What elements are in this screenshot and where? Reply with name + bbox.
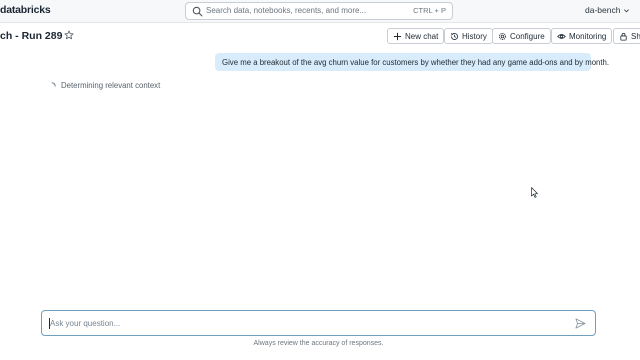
assistant-status: Determining relevant context	[48, 81, 160, 90]
user-message: Give me a breakout of the avg churn valu…	[215, 53, 609, 71]
workspace-name: da-bench	[585, 5, 621, 15]
page-title: ch - Run 289	[0, 30, 63, 42]
question-input[interactable]	[50, 316, 550, 330]
plus-icon	[393, 32, 402, 40]
share-label: Sha	[631, 31, 640, 41]
workspace-switcher[interactable]: da-bench	[585, 5, 630, 15]
search-shortcut: CTRL + P	[413, 6, 446, 15]
new-chat-label: New chat	[405, 31, 439, 41]
chat-composer[interactable]	[41, 310, 596, 336]
star-icon[interactable]	[64, 30, 74, 40]
configure-label: Configure	[510, 31, 545, 41]
mouse-pointer-icon	[531, 187, 538, 198]
top-bar: databricks Search data, notebooks, recen…	[0, 0, 640, 23]
history-label: History	[462, 31, 487, 41]
send-icon[interactable]	[575, 318, 586, 329]
monitoring-button[interactable]: Monitoring	[551, 28, 613, 44]
new-chat-button[interactable]: New chat	[387, 28, 445, 44]
history-button[interactable]: History	[444, 28, 493, 44]
search-icon	[192, 6, 203, 17]
disclaimer-text: Always review the accuracy of responses.	[253, 340, 384, 347]
monitoring-label: Monitoring	[569, 31, 607, 41]
eye-icon	[557, 33, 566, 39]
status-text: Determining relevant context	[61, 81, 161, 90]
user-message-text: Give me a breakout of the avg churn valu…	[222, 57, 610, 67]
lock-icon	[620, 32, 627, 41]
share-button[interactable]: Sha	[613, 28, 640, 44]
history-icon	[450, 32, 458, 40]
search-placeholder: Search data, notebooks, recents, and mor…	[206, 6, 367, 15]
configure-button[interactable]: Configure	[492, 28, 551, 44]
databricks-logo[interactable]: databricks	[0, 4, 51, 16]
chevron-down-icon	[623, 9, 629, 13]
global-search[interactable]: Search data, notebooks, recents, and mor…	[185, 2, 453, 20]
page-header: ch - Run 289 New chat History Configure …	[0, 24, 640, 48]
loading-spinner-icon	[51, 81, 56, 86]
gear-icon	[499, 32, 506, 40]
